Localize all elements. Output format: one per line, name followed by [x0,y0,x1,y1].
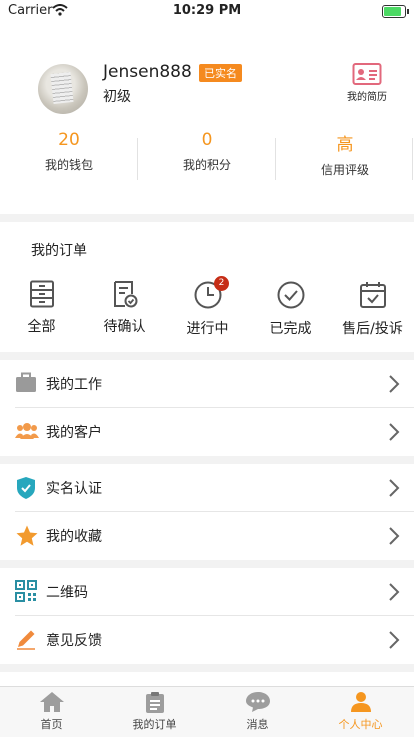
menu-group-more [0,672,414,686]
chevron-right-icon [389,583,400,601]
stat-value: 20 [58,130,80,150]
menu-group-tools: 二维码 意见反馈 [0,568,414,664]
chevron-right-icon [389,479,400,497]
order-completed[interactable]: 已完成 [249,280,332,338]
tab-orders[interactable]: 我的订单 [103,691,206,732]
people-icon [15,423,39,439]
menu-item-feedback[interactable]: 意见反馈 [0,616,414,664]
clipboard-icon [145,692,164,713]
menu-label: 二维码 [46,585,88,601]
stat-points[interactable]: 0 我的积分 [138,130,276,173]
chat-bubble-icon [245,692,270,712]
order-label: 进行中 [186,321,229,337]
stat-wallet[interactable]: 20 我的钱包 [0,130,138,173]
qr-code-icon [15,580,37,602]
menu-label: 意见反馈 [46,633,102,649]
stat-label: 我的钱包 [44,158,93,172]
order-count-badge: 2 [214,276,229,291]
id-card-icon [352,63,382,85]
stat-value: 0 [201,130,213,150]
resume-label: 我的简历 [347,92,387,103]
stat-divider [275,138,276,180]
tab-label: 消息 [246,718,269,731]
user-level: 初级 [103,89,131,105]
battery-icon [382,5,409,18]
tab-label: 个人中心 [338,718,383,731]
chevron-right-icon [389,527,400,545]
tab-home[interactable]: 首页 [0,691,103,732]
calendar-check-icon [359,282,386,308]
stat-label: 我的积分 [182,158,231,172]
menu-group-work: 我的工作 我的客户 [0,360,414,456]
tab-label: 我的订单 [132,718,177,731]
check-circle-icon [277,281,304,309]
order-in-progress[interactable]: 2 进行中 [166,276,249,338]
menu-item-verification[interactable]: 实名认证 [0,464,414,512]
stat-credit[interactable]: 高 信用评级 [276,130,414,178]
stat-divider [137,138,138,180]
menu-item-favorites[interactable]: 我的收藏 [0,512,414,560]
stat-label: 信用评级 [320,163,369,177]
menu-item-qrcode[interactable]: 二维码 [0,568,414,616]
star-icon [16,525,38,546]
order-label: 待确认 [103,319,146,335]
order-pending[interactable]: 待确认 [83,280,166,336]
clock-time: 10:29 PM [172,3,242,18]
stat-divider [412,138,413,180]
tab-bar: 首页 我的订单 消息 个人中心 [0,686,414,737]
verified-badge: 已实名 [199,64,242,82]
stat-value: 高 [336,135,354,155]
briefcase-icon [16,372,36,392]
stats-bar: 20 我的钱包 0 我的积分 高 信用评级 [0,130,414,186]
status-bar: Carrier 10:29 PM [0,0,414,22]
menu-group-account: 实名认证 我的收藏 [0,464,414,560]
menu-label: 我的收藏 [46,529,102,545]
pencil-icon [17,630,35,650]
chevron-right-icon [389,423,400,441]
order-label: 已完成 [269,321,312,337]
shield-check-icon [17,477,35,499]
cabinet-icon [29,280,54,308]
chevron-right-icon [389,375,400,393]
home-icon [39,692,64,712]
person-icon [350,692,371,712]
username: Jensen888 [103,62,192,82]
order-all[interactable]: 全部 [0,280,83,336]
order-label: 全部 [27,319,56,335]
order-label: 售后/投诉 [342,321,403,337]
orders-section: 我的订单 全部 待确认 2 进行中 已完成 售后/投诉 [0,222,414,352]
menu-item-my-work[interactable]: 我的工作 [0,360,414,408]
orders-title: 我的订单 [31,243,87,259]
avatar[interactable] [38,64,88,114]
resume-button[interactable]: 我的简历 [342,62,392,103]
chevron-right-icon [389,631,400,649]
order-after-sales[interactable]: 售后/投诉 [331,280,414,338]
tab-profile[interactable]: 个人中心 [309,691,412,732]
menu-label: 实名认证 [46,481,102,497]
menu-label: 我的客户 [46,425,102,441]
document-check-icon [113,281,137,308]
menu-label: 我的工作 [46,377,102,393]
menu-item-my-customers[interactable]: 我的客户 [0,408,414,456]
tab-label: 首页 [40,718,63,731]
tab-messages[interactable]: 消息 [206,691,309,732]
